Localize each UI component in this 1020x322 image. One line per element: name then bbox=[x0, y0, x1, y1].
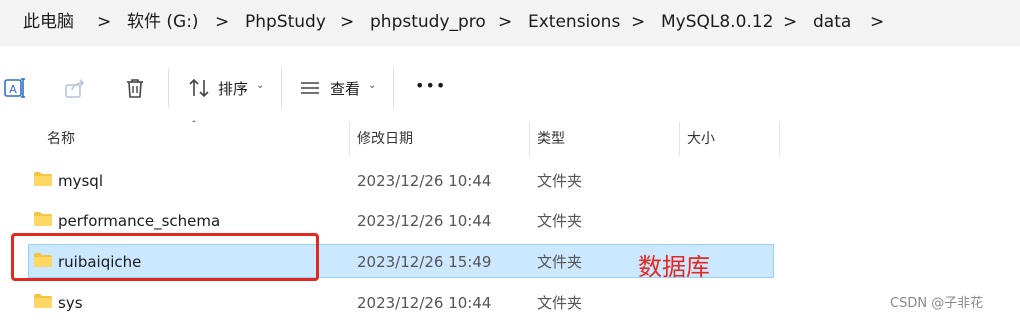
file-type: 文件夹 bbox=[537, 294, 583, 312]
breadcrumb-item-phpstudy-pro[interactable]: phpstudy_pro bbox=[370, 11, 486, 33]
column-resize-handle[interactable] bbox=[679, 122, 680, 156]
chevron-right-icon[interactable]: > bbox=[215, 11, 229, 33]
file-modified: 2023/12/26 10:44 bbox=[357, 212, 492, 230]
file-modified: 2023/12/26 10:44 bbox=[357, 294, 492, 312]
file-name: sys bbox=[58, 294, 83, 312]
chevron-right-icon[interactable]: > bbox=[340, 11, 354, 33]
command-bar: A 排序 ⌄ 查看 ⌄ ••• bbox=[0, 58, 1020, 118]
sort-button[interactable]: 排序 bbox=[218, 79, 248, 99]
view-button[interactable]: 查看 bbox=[330, 79, 360, 99]
view-icon[interactable] bbox=[298, 76, 322, 100]
file-type: 文件夹 bbox=[537, 253, 583, 271]
column-resize-handle[interactable] bbox=[779, 122, 780, 156]
column-resize-handle[interactable] bbox=[349, 122, 350, 156]
annotation-label: 数据库 bbox=[638, 253, 710, 281]
breadcrumb-item-drive-g[interactable]: 软件 (G:) bbox=[127, 11, 199, 33]
column-header-type[interactable]: 类型 bbox=[537, 130, 565, 148]
annotation-highlight-box bbox=[11, 233, 319, 281]
toolbar-divider bbox=[168, 68, 169, 108]
column-header-name[interactable]: 名称 bbox=[47, 130, 75, 148]
file-modified: 2023/12/26 15:49 bbox=[357, 253, 492, 271]
chevron-right-icon[interactable]: > bbox=[498, 11, 512, 33]
file-name: performance_schema bbox=[58, 212, 221, 230]
chevron-right-icon[interactable]: > bbox=[631, 11, 645, 33]
breadcrumb-item-mysql[interactable]: MySQL8.0.12 bbox=[661, 11, 773, 33]
folder-icon bbox=[34, 212, 52, 226]
watermark: CSDN @子非花 bbox=[890, 296, 984, 311]
chevron-right-icon[interactable]: > bbox=[783, 11, 797, 33]
sort-icon[interactable] bbox=[187, 76, 211, 100]
breadcrumb-item-extensions[interactable]: Extensions bbox=[528, 11, 620, 33]
column-header-modified[interactable]: 修改日期 bbox=[357, 130, 413, 148]
file-type: 文件夹 bbox=[537, 172, 583, 190]
file-row[interactable]: mysql 2023/12/26 10:44 文件夹 bbox=[0, 162, 1020, 200]
column-header-row: 名称 修改日期 类型 大小 bbox=[0, 122, 1020, 156]
toolbar-divider bbox=[393, 68, 394, 108]
svg-text:A: A bbox=[9, 83, 17, 96]
chevron-right-icon[interactable]: > bbox=[870, 11, 884, 33]
folder-icon bbox=[34, 172, 52, 186]
chevron-right-icon[interactable]: > bbox=[97, 11, 111, 33]
breadcrumb-item-data[interactable]: data bbox=[813, 11, 851, 33]
breadcrumb-item-this-pc[interactable]: 此电脑 bbox=[23, 11, 74, 33]
share-icon[interactable] bbox=[63, 76, 87, 100]
rename-icon[interactable]: A bbox=[3, 76, 27, 100]
file-modified: 2023/12/26 10:44 bbox=[357, 172, 492, 190]
breadcrumb-item-phpstudy[interactable]: PhpStudy bbox=[245, 11, 326, 33]
file-name: mysql bbox=[58, 172, 103, 190]
column-header-size[interactable]: 大小 bbox=[687, 130, 715, 148]
chevron-down-icon[interactable]: ⌄ bbox=[256, 80, 264, 91]
file-row[interactable]: sys 2023/12/26 10:44 文件夹 bbox=[0, 284, 1020, 322]
toolbar-divider bbox=[281, 68, 282, 108]
more-options-button[interactable]: ••• bbox=[415, 76, 446, 96]
delete-icon[interactable] bbox=[123, 76, 147, 100]
file-type: 文件夹 bbox=[537, 212, 583, 230]
chevron-down-icon[interactable]: ⌄ bbox=[368, 80, 376, 91]
column-resize-handle[interactable] bbox=[529, 122, 530, 156]
folder-icon bbox=[34, 294, 52, 308]
breadcrumb: 此电脑 > 软件 (G:) > PhpStudy > phpstudy_pro … bbox=[0, 0, 1020, 46]
